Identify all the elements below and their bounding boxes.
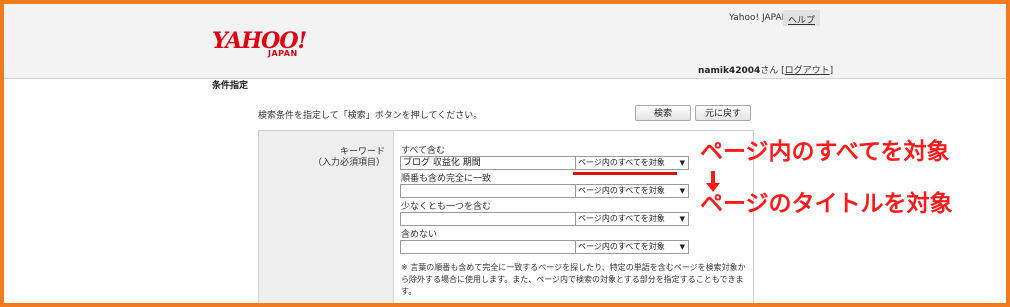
keyword-required-label: （入力必須項目） (312, 158, 385, 168)
field-label-exact: 順番も含め完全に一致 (401, 174, 492, 184)
all-words-input[interactable]: ブログ 収益化 期間 (400, 156, 578, 170)
section-title: 条件指定 (212, 81, 249, 91)
chevron-down-icon: ▼ (679, 187, 685, 195)
reset-button[interactable]: 元に戻す (695, 105, 751, 121)
all-words-scope-select[interactable]: ページ内のすべてを対象 ▼ (575, 156, 689, 170)
highlight-underline (573, 172, 677, 175)
page-frame: YAHOO! JAPAN Yahoo! JAPAN ヘルプ namik42004… (4, 4, 1006, 303)
header (4, 4, 1006, 78)
logout-bracket: ] (829, 66, 834, 76)
exact-phrase-input[interactable] (400, 184, 578, 198)
user-info: namik42004さん [ログアウト] (698, 63, 833, 76)
chevron-down-icon: ▼ (679, 243, 685, 251)
exact-phrase-scope-select[interactable]: ページ内のすべてを対象 ▼ (575, 184, 689, 198)
down-arrow-icon (706, 171, 720, 192)
yahoo-japan-link[interactable]: Yahoo! JAPAN (729, 13, 788, 23)
exclude-words-input[interactable] (400, 240, 578, 254)
search-form: キーワード （入力必須項目） すべて含む ブログ 収益化 期間 ページ内のすべて… (258, 130, 754, 303)
chevron-down-icon: ▼ (679, 159, 685, 167)
field-label-exclude: 含めない (401, 230, 438, 240)
exclude-words-scope-value: ページ内のすべてを対象 (578, 242, 665, 251)
any-words-scope-value: ページ内のすべてを対象 (578, 214, 665, 223)
field-label-all: すべて含む (401, 146, 446, 156)
search-button[interactable]: 検索 (635, 105, 691, 121)
exclude-words-scope-select[interactable]: ページ内のすべてを対象 ▼ (575, 240, 689, 254)
chevron-down-icon: ▼ (679, 215, 685, 223)
field-label-any: 少なくとも一つを含む (401, 202, 492, 212)
all-words-scope-value: ページ内のすべてを対象 (578, 158, 665, 167)
header-divider (4, 78, 1006, 79)
user-name: namik42004 (698, 66, 761, 76)
annotation-text-1: ページ内のすべてを対象 (700, 139, 950, 165)
any-words-scope-select[interactable]: ページ内のすべてを対象 ▼ (575, 212, 689, 226)
logout-link[interactable]: ログアウト (785, 66, 830, 76)
form-note: ※ 言葉の順番も含めて完全に一致するページを探したり、特定の単語を含むページを検… (401, 263, 746, 296)
annotation-text-2: ページのタイトルを対象 (700, 191, 953, 217)
any-words-input[interactable] (400, 212, 578, 226)
help-link[interactable]: ヘルプ (788, 13, 815, 26)
user-suffix: さん [ (760, 66, 785, 76)
instruction-text: 検索条件を指定して「検索」ボタンを押してください。 (258, 111, 483, 121)
exact-phrase-scope-value: ページ内のすべてを対象 (578, 186, 665, 195)
yahoo-logo-sub: JAPAN (268, 49, 298, 58)
